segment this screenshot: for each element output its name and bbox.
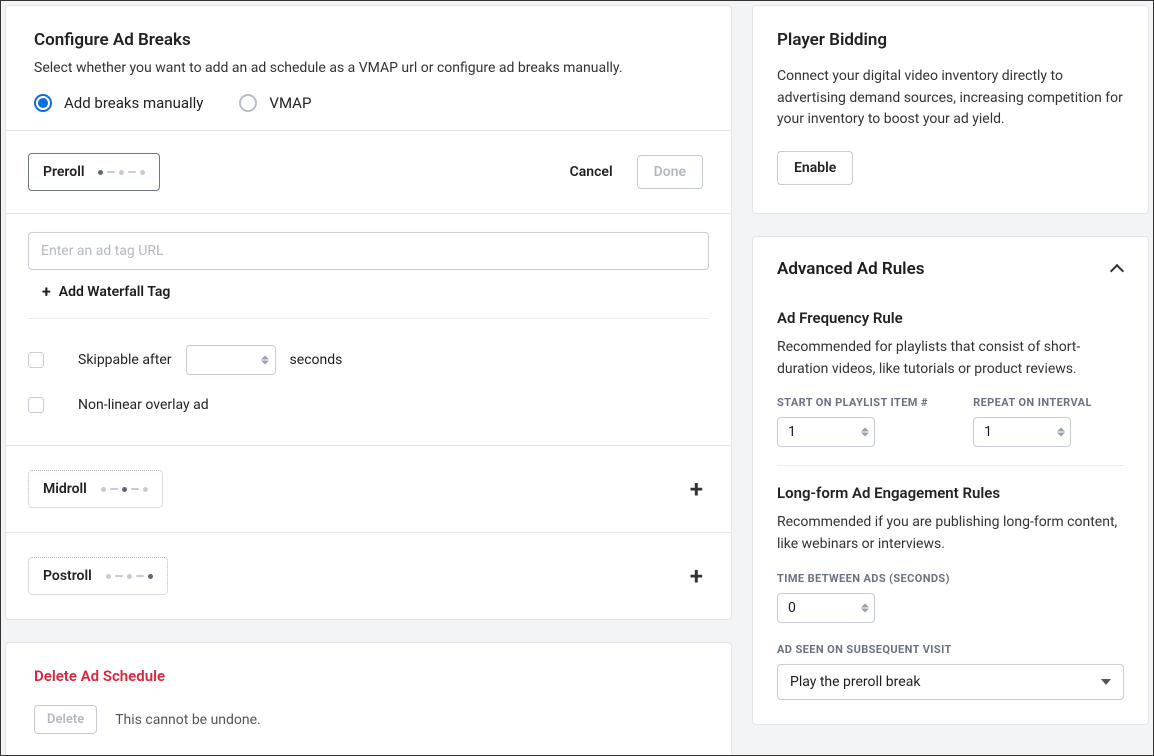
plus-icon: + bbox=[42, 284, 51, 300]
ad-tag-url-input[interactable] bbox=[28, 232, 709, 270]
configure-subtitle: Select whether you want to add an ad sch… bbox=[34, 60, 703, 76]
skippable-prefix: Skippable after bbox=[78, 352, 172, 368]
advanced-ad-rules-toggle[interactable]: Advanced Ad Rules bbox=[753, 237, 1148, 299]
done-button[interactable]: Done bbox=[637, 155, 703, 189]
start-on-playlist-label: START ON PLAYLIST ITEM # bbox=[777, 396, 933, 409]
time-between-ads-input[interactable]: 0 bbox=[777, 593, 875, 623]
delete-warning: This cannot be undone. bbox=[115, 712, 261, 728]
add-waterfall-tag-button[interactable]: + Add Waterfall Tag bbox=[28, 270, 709, 318]
delete-title: Delete Ad Schedule bbox=[34, 667, 703, 685]
ad-subsequent-visit-label: AD SEEN ON SUBSEQUENT VISIT bbox=[777, 643, 1124, 656]
radio-unselected-icon bbox=[239, 94, 257, 112]
chevron-up-icon bbox=[1110, 262, 1124, 276]
radio-selected-icon bbox=[34, 94, 52, 112]
nonlinear-checkbox[interactable] bbox=[28, 397, 44, 413]
player-bidding-title: Player Bidding bbox=[777, 30, 1124, 50]
repeat-on-interval-label: REPEAT ON INTERVAL bbox=[973, 396, 1129, 409]
number-spinner-icon bbox=[861, 603, 869, 612]
number-spinner-icon bbox=[261, 356, 269, 365]
advanced-ad-rules-card: Advanced Ad Rules Ad Frequency Rule Reco… bbox=[752, 236, 1149, 725]
delete-button[interactable]: Delete bbox=[34, 705, 97, 734]
add-postroll-button[interactable]: + bbox=[690, 564, 703, 588]
number-spinner-icon bbox=[1057, 428, 1065, 437]
configure-ad-breaks-card: Configure Ad Breaks Select whether you w… bbox=[5, 5, 732, 620]
position-dots-icon bbox=[101, 487, 148, 492]
configure-title: Configure Ad Breaks bbox=[34, 30, 703, 50]
add-midroll-button[interactable]: + bbox=[690, 477, 703, 501]
preroll-chip[interactable]: Preroll bbox=[28, 153, 160, 191]
skippable-suffix: seconds bbox=[290, 352, 343, 368]
delete-ad-schedule-card: Delete Ad Schedule Delete This cannot be… bbox=[5, 642, 732, 756]
midroll-chip[interactable]: Midroll bbox=[28, 470, 163, 508]
radio-add-breaks-manually[interactable]: Add breaks manually bbox=[34, 94, 203, 112]
position-dots-icon bbox=[106, 574, 153, 579]
number-spinner-icon bbox=[861, 428, 869, 437]
repeat-on-interval-input[interactable]: 1 bbox=[973, 417, 1071, 447]
radio-vmap[interactable]: VMAP bbox=[239, 94, 311, 112]
time-between-ads-label: TIME BETWEEN ADS (SECONDS) bbox=[777, 572, 1124, 585]
start-on-playlist-input[interactable]: 1 bbox=[777, 417, 875, 447]
postroll-chip[interactable]: Postroll bbox=[28, 557, 168, 595]
longform-rules-desc: Recommended if you are publishing long-f… bbox=[777, 512, 1124, 555]
nonlinear-label: Non-linear overlay ad bbox=[78, 397, 209, 413]
cancel-button[interactable]: Cancel bbox=[570, 164, 613, 180]
player-bidding-desc: Connect your digital video inventory dir… bbox=[777, 66, 1124, 131]
ad-subsequent-visit-select[interactable]: Play the preroll break bbox=[777, 664, 1124, 700]
chevron-down-icon bbox=[1101, 679, 1111, 685]
position-dots-icon bbox=[98, 170, 145, 175]
skippable-checkbox[interactable] bbox=[28, 352, 44, 368]
player-bidding-card: Player Bidding Connect your digital vide… bbox=[752, 5, 1149, 214]
skippable-seconds-input[interactable] bbox=[186, 345, 276, 375]
longform-rules-title: Long-form Ad Engagement Rules bbox=[777, 484, 1124, 502]
ad-frequency-title: Ad Frequency Rule bbox=[777, 309, 1124, 327]
ad-frequency-desc: Recommended for playlists that consist o… bbox=[777, 337, 1124, 380]
enable-player-bidding-button[interactable]: Enable bbox=[777, 151, 853, 185]
